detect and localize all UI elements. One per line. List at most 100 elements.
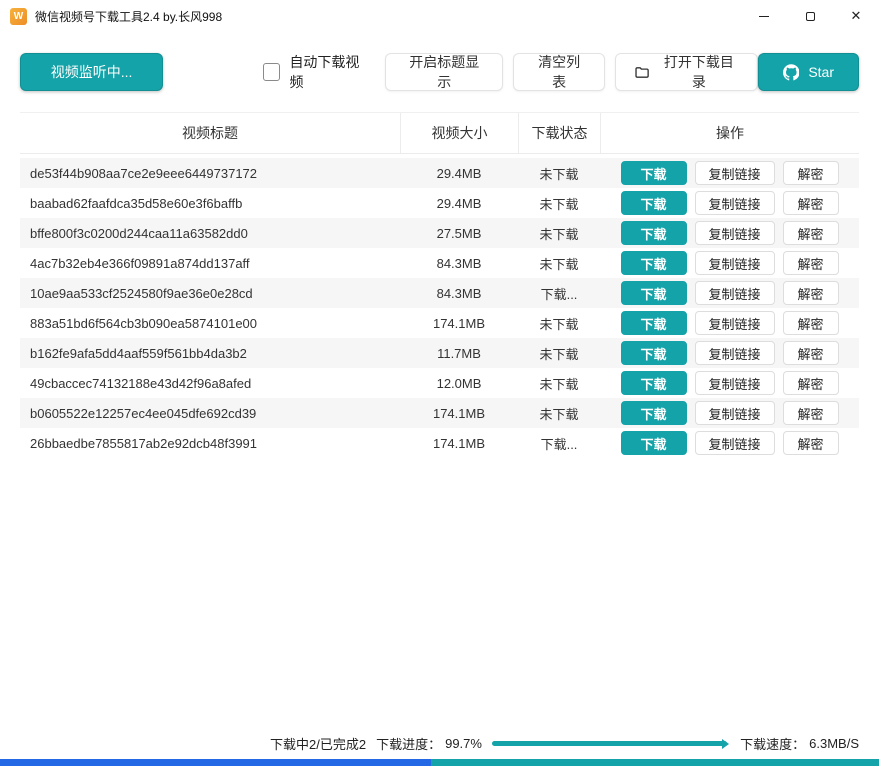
video-table: 视频标题 视频大小 下载状态 操作 de53f44b908aa7ce2e9eee… bbox=[20, 112, 859, 458]
video-size: 174.1MB bbox=[400, 406, 518, 421]
copy-link-button[interactable]: 复制链接 bbox=[695, 251, 775, 275]
video-title: bffe800f3c0200d244caa11a63582dd0 bbox=[20, 226, 400, 241]
speed-label: 下载速度： bbox=[740, 734, 805, 753]
table-row: 4ac7b32eb4e366f09891a874dd137aff 84.3MB … bbox=[20, 248, 859, 278]
download-button[interactable]: 下载 bbox=[621, 251, 687, 275]
maximize-icon bbox=[806, 12, 815, 21]
download-button[interactable]: 下载 bbox=[621, 281, 687, 305]
copy-link-button[interactable]: 复制链接 bbox=[695, 401, 775, 425]
video-title: baabad62faafdca35d58e60e3f6baffb bbox=[20, 196, 400, 211]
footer-progress-right bbox=[431, 759, 879, 766]
video-title: 4ac7b32eb4e366f09891a874dd137aff bbox=[20, 256, 400, 271]
download-button[interactable]: 下载 bbox=[621, 221, 687, 245]
star-button[interactable]: Star bbox=[758, 53, 859, 91]
download-button[interactable]: 下载 bbox=[621, 431, 687, 455]
titlebar: W 微信视频号下载工具2.4 by.长风998 ✕ bbox=[0, 0, 879, 32]
column-header-actions: 操作 bbox=[600, 113, 859, 153]
download-status: 未下载 bbox=[518, 314, 600, 333]
open-download-dir-button[interactable]: 打开下载目录 bbox=[615, 53, 758, 91]
table-row: 883a51bd6f564cb3b090ea5874101e00 174.1MB… bbox=[20, 308, 859, 338]
table-row: 26bbaedbe7855817ab2e92dcb48f3991 174.1MB… bbox=[20, 428, 859, 458]
video-size: 29.4MB bbox=[400, 196, 518, 211]
minimize-button[interactable] bbox=[741, 0, 787, 32]
row-actions: 下载 复制链接 解密 bbox=[600, 221, 859, 245]
video-title: 10ae9aa533cf2524580f9ae36e0e28cd bbox=[20, 286, 400, 301]
copy-link-button[interactable]: 复制链接 bbox=[695, 281, 775, 305]
decrypt-button[interactable]: 解密 bbox=[783, 341, 839, 365]
video-title: b162fe9afa5dd4aaf559f561bb4da3b2 bbox=[20, 346, 400, 361]
table-row: 49cbaccec74132188e43d42f96a8afed 12.0MB … bbox=[20, 368, 859, 398]
download-status: 未下载 bbox=[518, 224, 600, 243]
app-window: W 微信视频号下载工具2.4 by.长风998 ✕ 视频监听中... 自动下载视… bbox=[0, 0, 879, 766]
copy-link-button[interactable]: 复制链接 bbox=[695, 431, 775, 455]
video-title: 883a51bd6f564cb3b090ea5874101e00 bbox=[20, 316, 400, 331]
progress-value: 99.7% bbox=[445, 736, 482, 751]
minimize-icon bbox=[759, 16, 769, 17]
copy-link-button[interactable]: 复制链接 bbox=[695, 341, 775, 365]
download-status: 下载... bbox=[518, 434, 600, 453]
row-actions: 下载 复制链接 解密 bbox=[600, 281, 859, 305]
video-size: 27.5MB bbox=[400, 226, 518, 241]
decrypt-button[interactable]: 解密 bbox=[783, 161, 839, 185]
copy-link-button[interactable]: 复制链接 bbox=[695, 161, 775, 185]
auto-download-option[interactable]: 自动下载视频 bbox=[263, 52, 369, 92]
video-size: 174.1MB bbox=[400, 436, 518, 451]
table-row: b0605522e12257ec4ee045dfe692cd39 174.1MB… bbox=[20, 398, 859, 428]
app-icon: W bbox=[10, 8, 27, 25]
decrypt-button[interactable]: 解密 bbox=[783, 251, 839, 275]
download-button[interactable]: 下载 bbox=[621, 401, 687, 425]
column-header-size: 视频大小 bbox=[400, 113, 518, 153]
row-actions: 下载 复制链接 解密 bbox=[600, 311, 859, 335]
download-button[interactable]: 下载 bbox=[621, 341, 687, 365]
download-button[interactable]: 下载 bbox=[621, 191, 687, 215]
monitor-button[interactable]: 视频监听中... bbox=[20, 53, 163, 91]
statusbar: 下载中2/已完成2 下载进度： 99.7% 下载速度： 6.3MB/S bbox=[0, 734, 879, 753]
column-header-status: 下载状态 bbox=[518, 113, 600, 153]
row-actions: 下载 复制链接 解密 bbox=[600, 401, 859, 425]
auto-download-checkbox[interactable] bbox=[263, 63, 280, 81]
video-size: 29.4MB bbox=[400, 166, 518, 181]
download-button[interactable]: 下载 bbox=[621, 161, 687, 185]
progress-fill bbox=[492, 741, 727, 746]
table-row: baabad62faafdca35d58e60e3f6baffb 29.4MB … bbox=[20, 188, 859, 218]
copy-link-button[interactable]: 复制链接 bbox=[695, 221, 775, 245]
star-label: Star bbox=[808, 64, 834, 80]
decrypt-button[interactable]: 解密 bbox=[783, 431, 839, 455]
folder-icon bbox=[634, 64, 650, 81]
decrypt-button[interactable]: 解密 bbox=[783, 221, 839, 245]
clear-list-button[interactable]: 清空列表 bbox=[513, 53, 604, 91]
download-status: 未下载 bbox=[518, 374, 600, 393]
decrypt-button[interactable]: 解密 bbox=[783, 191, 839, 215]
decrypt-button[interactable]: 解密 bbox=[783, 281, 839, 305]
video-size: 12.0MB bbox=[400, 376, 518, 391]
table-row: de53f44b908aa7ce2e9eee6449737172 29.4MB … bbox=[20, 158, 859, 188]
window-controls: ✕ bbox=[741, 0, 879, 32]
speed-value: 6.3MB/S bbox=[809, 736, 859, 751]
decrypt-button[interactable]: 解密 bbox=[783, 401, 839, 425]
column-header-title: 视频标题 bbox=[20, 113, 400, 153]
decrypt-button[interactable]: 解密 bbox=[783, 311, 839, 335]
copy-link-button[interactable]: 复制链接 bbox=[695, 191, 775, 215]
table-header-row: 视频标题 视频大小 下载状态 操作 bbox=[20, 112, 859, 154]
copy-link-button[interactable]: 复制链接 bbox=[695, 371, 775, 395]
footer-progress-strip bbox=[0, 759, 879, 766]
download-status: 未下载 bbox=[518, 344, 600, 363]
video-title: b0605522e12257ec4ee045dfe692cd39 bbox=[20, 406, 400, 421]
decrypt-button[interactable]: 解密 bbox=[783, 371, 839, 395]
row-actions: 下载 复制链接 解密 bbox=[600, 251, 859, 275]
table-row: 10ae9aa533cf2524580f9ae36e0e28cd 84.3MB … bbox=[20, 278, 859, 308]
footer-progress-left bbox=[0, 759, 431, 766]
row-actions: 下载 复制链接 解密 bbox=[600, 341, 859, 365]
github-icon bbox=[783, 63, 800, 82]
toolbar: 视频监听中... 自动下载视频 开启标题显示 清空列表 打开下载目录 Star bbox=[0, 32, 879, 92]
close-button[interactable]: ✕ bbox=[833, 0, 879, 32]
download-button[interactable]: 下载 bbox=[621, 311, 687, 335]
download-button[interactable]: 下载 bbox=[621, 371, 687, 395]
row-actions: 下载 复制链接 解密 bbox=[600, 431, 859, 455]
download-status: 下载... bbox=[518, 284, 600, 303]
copy-link-button[interactable]: 复制链接 bbox=[695, 311, 775, 335]
close-icon: ✕ bbox=[851, 8, 862, 24]
maximize-button[interactable] bbox=[787, 0, 833, 32]
table-body: de53f44b908aa7ce2e9eee6449737172 29.4MB … bbox=[20, 154, 859, 458]
title-display-button[interactable]: 开启标题显示 bbox=[385, 53, 503, 91]
